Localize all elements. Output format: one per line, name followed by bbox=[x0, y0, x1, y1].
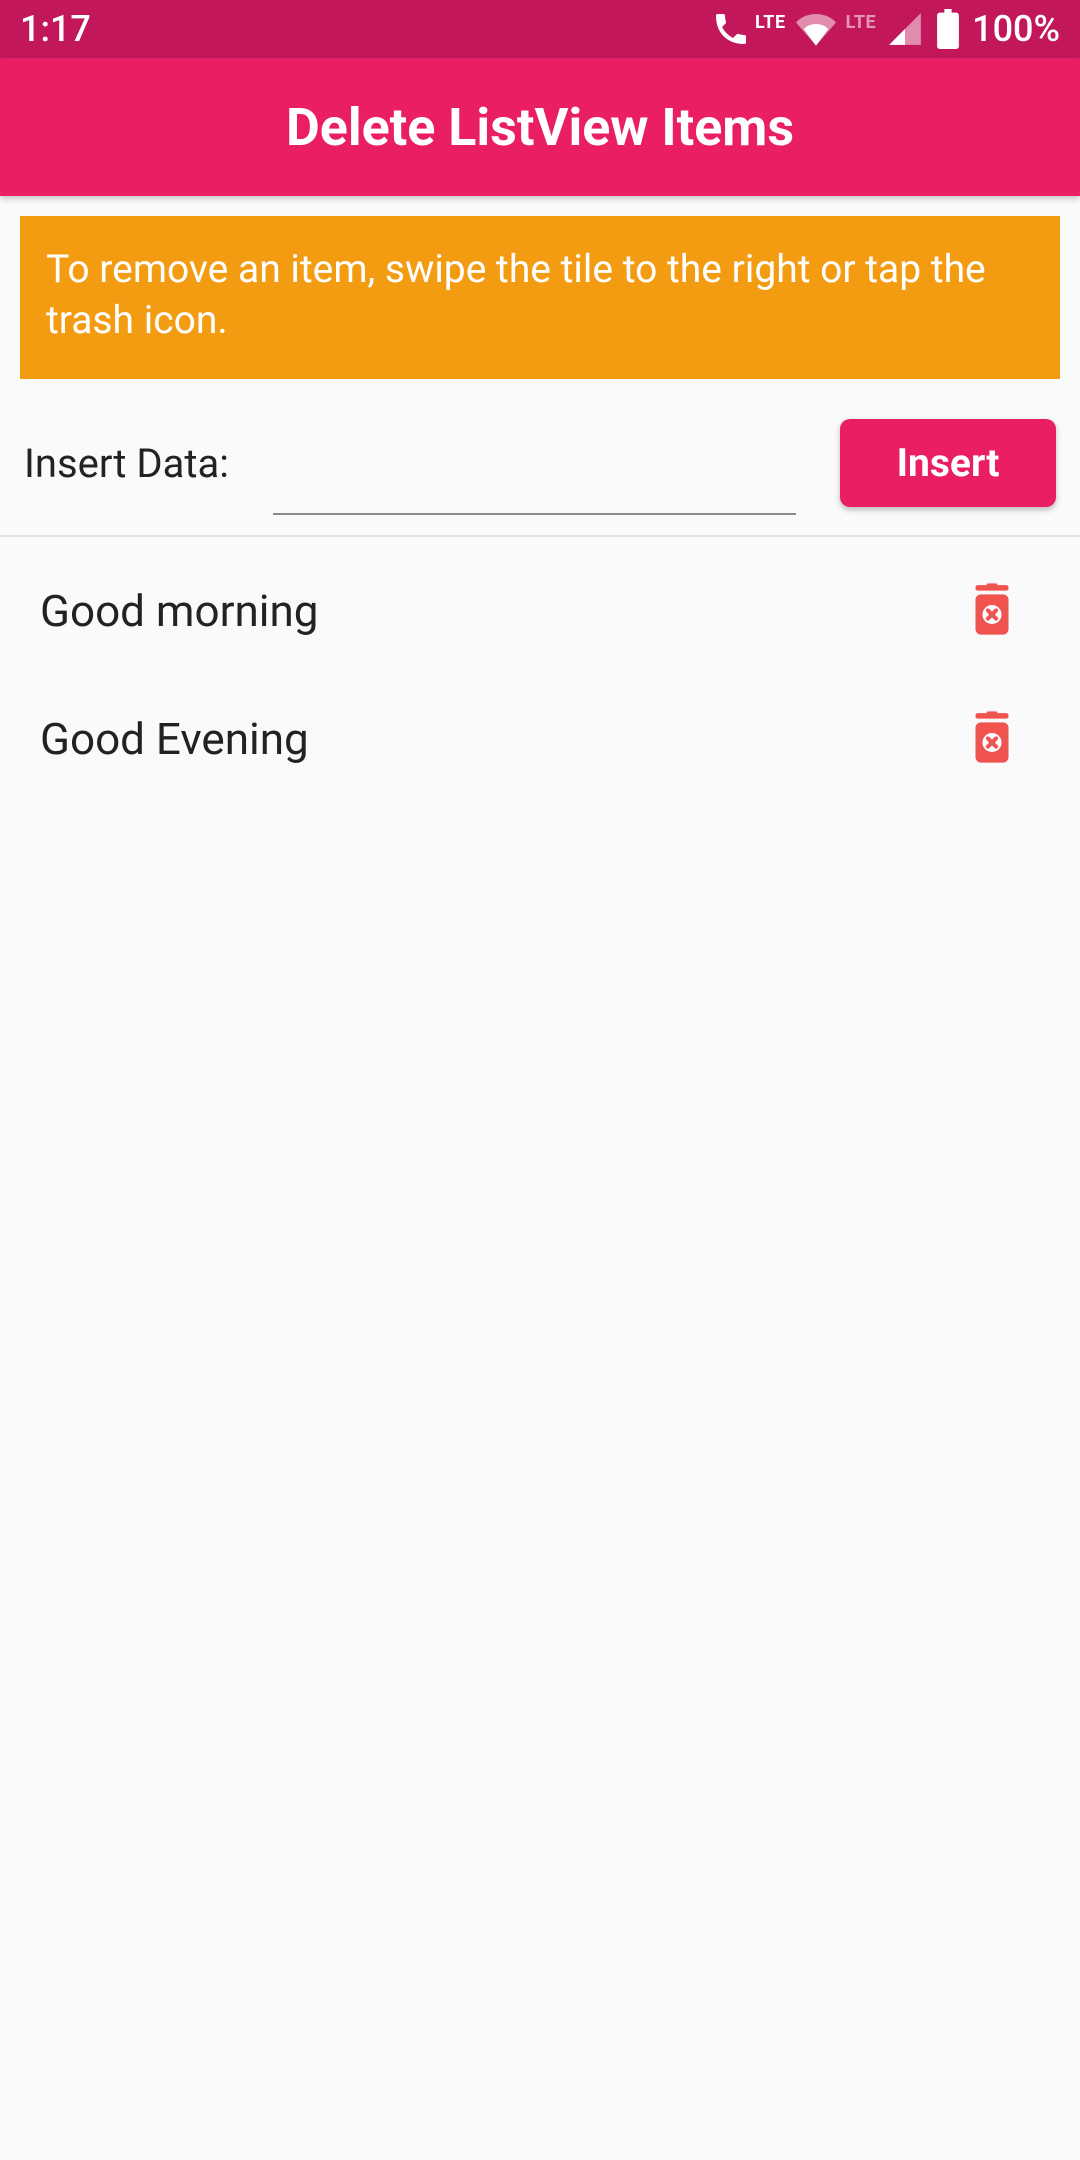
app-bar: Delete ListView Items bbox=[0, 58, 1080, 196]
list-item-label: Good morning bbox=[40, 585, 318, 637]
list: Good morning Good Evening bbox=[0, 537, 1080, 803]
battery-icon bbox=[934, 9, 962, 49]
insert-label: Insert Data: bbox=[24, 440, 229, 487]
status-time: 1:17 bbox=[20, 8, 91, 50]
delete-button[interactable] bbox=[968, 587, 1016, 635]
lte-dim-label-icon: LTE bbox=[846, 12, 877, 33]
list-item-label: Good Evening bbox=[40, 713, 309, 765]
page-title: Delete ListView Items bbox=[286, 97, 794, 158]
insert-button[interactable]: Insert bbox=[840, 419, 1056, 507]
trash-icon bbox=[970, 711, 1014, 767]
delete-button[interactable] bbox=[968, 715, 1016, 763]
info-banner-text: To remove an item, swipe the tile to the… bbox=[46, 246, 986, 343]
status-bar: 1:17 LTE LTE 100% bbox=[0, 0, 1080, 58]
info-banner: To remove an item, swipe the tile to the… bbox=[20, 216, 1060, 379]
phone-lte-icon bbox=[711, 9, 751, 49]
list-item[interactable]: Good morning bbox=[0, 547, 1080, 675]
trash-icon bbox=[970, 583, 1014, 639]
list-item[interactable]: Good Evening bbox=[0, 675, 1080, 803]
insert-button-label: Insert bbox=[897, 440, 1000, 486]
wifi-icon bbox=[796, 9, 836, 49]
lte-label-icon: LTE bbox=[755, 12, 786, 33]
insert-input[interactable] bbox=[273, 455, 796, 515]
battery-percent: 100% bbox=[972, 8, 1060, 50]
insert-row: Insert Data: Insert bbox=[0, 419, 1080, 537]
signal-icon bbox=[886, 10, 924, 48]
